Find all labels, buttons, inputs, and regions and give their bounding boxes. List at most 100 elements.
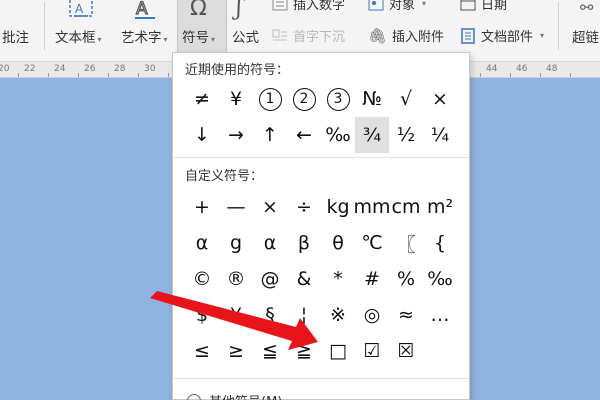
symbol-cell[interactable]: ¾ [355, 117, 389, 153]
symbol-cell[interactable]: ℃ [355, 225, 389, 261]
formula-button[interactable]: 公式 [232, 26, 259, 46]
recent-symbols-title: 近期使用的符号： [185, 63, 290, 78]
symbol-cell[interactable]: → [219, 117, 253, 153]
symbol-cell[interactable]: □ [321, 333, 355, 369]
symbol-cell[interactable]: ☒ [389, 333, 423, 369]
symbol-cell[interactable]: ‰ [321, 117, 355, 153]
comment-label: 批注 [2, 30, 29, 46]
symbol-cell[interactable]: # [355, 261, 389, 297]
ruler-tick: 20 [0, 64, 10, 74]
symbol-cell[interactable]: ☑ [355, 333, 389, 369]
symbol-cell[interactable]: & [287, 261, 321, 297]
symbol-cell[interactable]: { [423, 225, 457, 261]
ruler-mark [108, 73, 109, 77]
textbox-label: 文本框 [55, 30, 96, 46]
symbol-cell[interactable]: θ [321, 225, 355, 261]
symbol-cell[interactable]: + [185, 189, 219, 225]
symbol-button[interactable]: 符号 ▾ [182, 26, 215, 46]
symbol-cell[interactable]: ≦ [253, 333, 287, 369]
symbol-cell[interactable]: α [185, 225, 219, 261]
symbol-cell[interactable]: ◎ [355, 297, 389, 333]
ruler-tick: 26 [84, 64, 96, 74]
symbol-glyph: 1 [258, 87, 282, 111]
symbol-cell[interactable]: mm [353, 189, 390, 225]
dropcap-button[interactable]: 首字下沉 [272, 26, 345, 45]
symbol-cell[interactable]: 〖 [389, 225, 423, 261]
symbol-cell[interactable]: × [253, 189, 287, 225]
ruler-mark [510, 73, 511, 77]
symbol-cell[interactable]: 3 [321, 81, 355, 117]
art-text-button[interactable]: 艺术字 ▾ [121, 26, 168, 46]
symbol-cell[interactable]: ÷ [287, 189, 321, 225]
symbol-cell[interactable]: § [253, 297, 287, 333]
symbol-cell[interactable]: ® [219, 261, 253, 297]
symbol-cell[interactable]: β [287, 225, 321, 261]
symbol-cell[interactable]: ‰ [423, 261, 457, 297]
symbol-cell[interactable]: 2 [287, 81, 321, 117]
symbol-cell[interactable]: g [219, 225, 253, 261]
dropcap-label: 首字下沉 [293, 30, 346, 45]
symbol-cell[interactable]: ≠ [185, 81, 219, 117]
symbol-cell[interactable]: 1 [253, 81, 287, 117]
symbol-cell[interactable]: ¦ [287, 297, 321, 333]
insert-number-label: 插入数字 [293, 0, 346, 13]
symbol-cell[interactable]: kg [321, 189, 355, 225]
divider [173, 157, 469, 158]
other-symbols-item[interactable]: 其他符号(M)... [187, 391, 295, 400]
symbol-glyph: 3 [326, 87, 350, 111]
symbol-cell[interactable]: — [219, 189, 253, 225]
ruler-tick: 46 [516, 64, 528, 74]
comment-button[interactable]: 批注 [2, 26, 29, 46]
symbol-cell[interactable]: ※ [321, 297, 355, 333]
symbol-cell[interactable]: ≧ [287, 333, 321, 369]
separator [558, 2, 559, 50]
symbol-cell[interactable]: * [321, 261, 355, 297]
date-icon [460, 0, 476, 10]
formula-label: 公式 [232, 30, 259, 46]
hyperlink-button[interactable]: 超链 [572, 26, 599, 46]
ruler-mark [18, 73, 19, 77]
docparts-button[interactable]: 文档部件 ▾ [460, 26, 544, 45]
symbol-label: 符号 [182, 30, 209, 46]
svg-text:A: A [75, 2, 84, 16]
object-label: 对象 [389, 0, 416, 13]
symbol-cell[interactable]: ≥ [219, 333, 253, 369]
paperclip-icon: 🖇 [368, 26, 388, 45]
chevron-down-icon: ▾ [97, 35, 102, 44]
symbol-cell[interactable]: % [389, 261, 423, 297]
date-label: 日期 [481, 0, 508, 13]
symbol-cell[interactable]: ← [287, 117, 321, 153]
divider [173, 378, 469, 379]
svg-text:A: A [136, 0, 148, 19]
attachment-button[interactable]: 🖇 插入附件 [368, 26, 444, 46]
textbox-button[interactable]: 文本框 ▾ [55, 26, 102, 46]
symbol-cell[interactable]: α [253, 225, 287, 261]
date-button[interactable]: 日期 [460, 0, 507, 13]
symbol-cell[interactable]: @ [253, 261, 287, 297]
object-button[interactable]: 对象 ▾ [368, 0, 426, 13]
chevron-down-icon: ▾ [540, 31, 545, 40]
symbol-cell[interactable]: $ [185, 297, 219, 333]
symbol-cell[interactable]: × [423, 81, 457, 117]
symbol-cell[interactable]: ¥ [219, 297, 253, 333]
ruler-tick: 24 [54, 64, 66, 74]
symbol-cell[interactable]: ≈ [389, 297, 423, 333]
insert-number-button[interactable]: 插入数字 [272, 0, 345, 13]
symbol-cell[interactable]: ½ [389, 117, 423, 153]
symbol-cell[interactable]: m² [423, 189, 457, 225]
symbol-cell[interactable]: √ [389, 81, 423, 117]
separator [44, 2, 45, 50]
textbox-icon: A [68, 0, 94, 20]
symbol-cell[interactable]: ¥ [219, 81, 253, 117]
symbol-cell[interactable]: № [355, 81, 389, 117]
omega-icon: Ω [190, 0, 207, 21]
symbol-cell[interactable]: … [423, 297, 457, 333]
symbol-cell[interactable]: © [185, 261, 219, 297]
object-icon [368, 0, 384, 10]
symbol-cell[interactable]: ↑ [253, 117, 287, 153]
symbol-cell[interactable]: cm [389, 189, 423, 225]
formula-icon: ʃ [236, 0, 242, 21]
symbol-cell[interactable]: ≤ [185, 333, 219, 369]
symbol-cell[interactable]: ¼ [423, 117, 457, 153]
symbol-cell[interactable]: ↓ [185, 117, 219, 153]
